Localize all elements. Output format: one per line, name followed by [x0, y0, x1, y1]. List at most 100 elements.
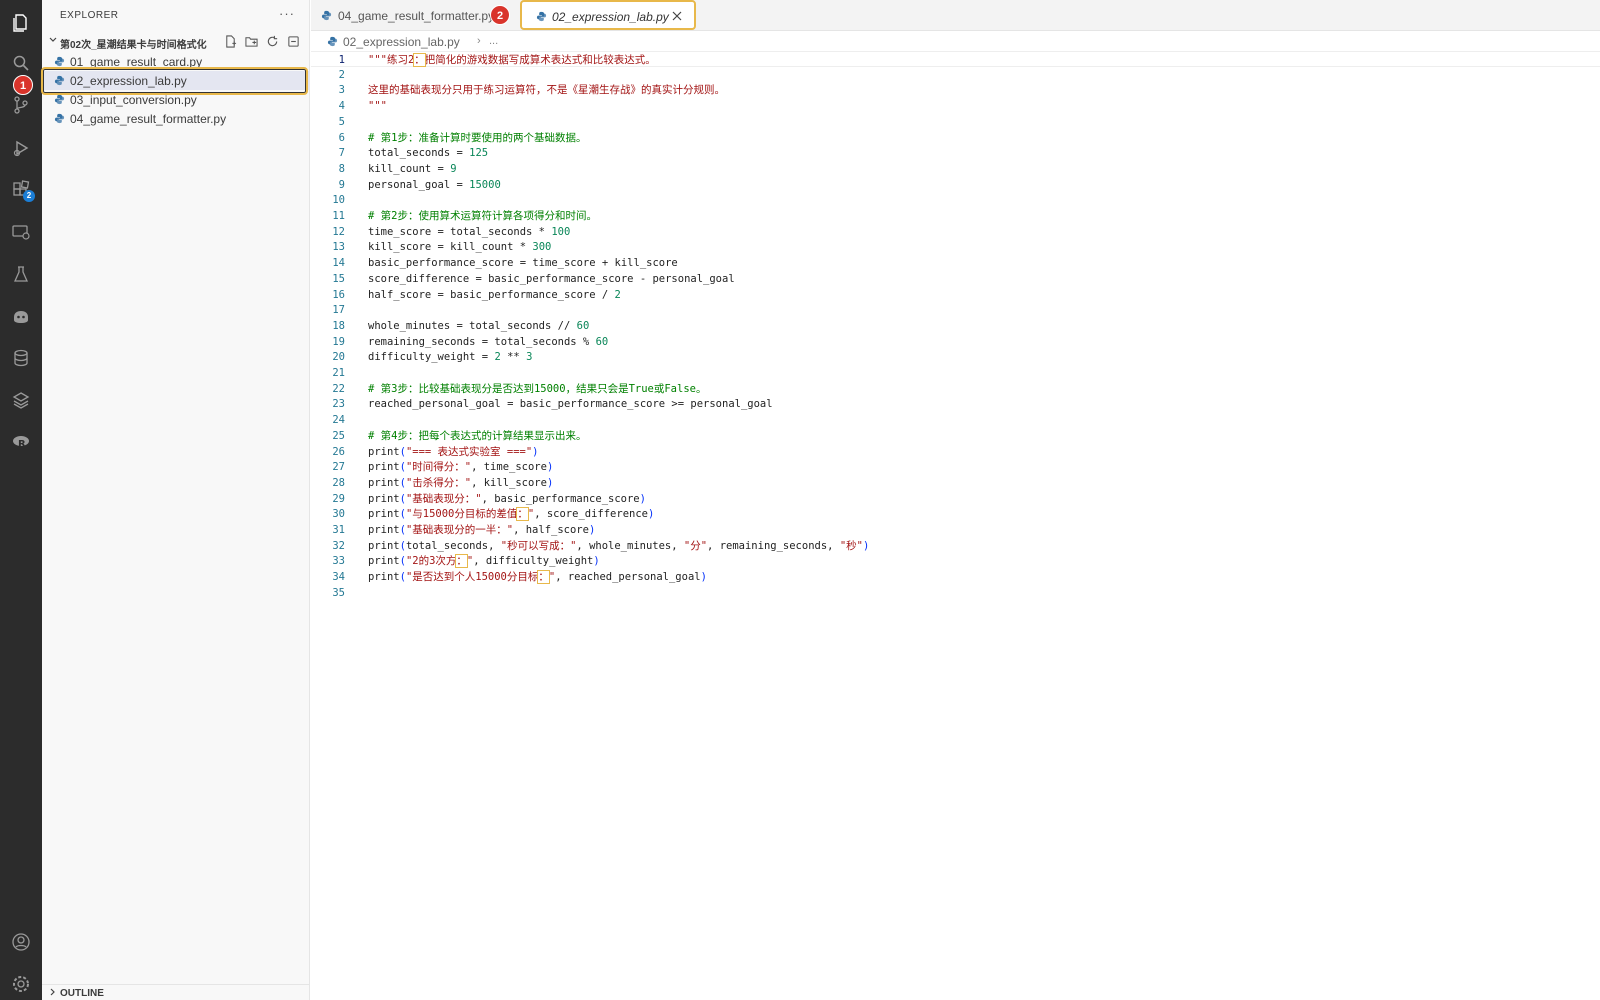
run-debug-icon[interactable] [9, 136, 33, 160]
code-line[interactable]: 25 # 第4步：把每个表达式的计算结果显示出来。 [311, 428, 1600, 444]
code-token: 100 [551, 225, 571, 238]
code-token: print [368, 555, 400, 568]
account-icon[interactable] [9, 930, 33, 954]
source-control-icon[interactable] [9, 93, 33, 117]
code-line[interactable]: 11 # 第2步：使用算术运算符计算各项得分和时间。 [311, 208, 1600, 224]
tab-expression-lab[interactable]: 02_expression_lab.py [520, 0, 696, 30]
code-editor[interactable]: 1 """练习2：把简化的游戏数据写成算术表达式和比较表达式。 2 3 这里的基础表现分… [311, 51, 1600, 1000]
code-text: total_seconds = 125 [368, 145, 488, 161]
layers-icon[interactable] [9, 388, 33, 412]
code-line[interactable]: 14 basic_performance_score = time_score +… [311, 255, 1600, 271]
code-line[interactable]: 2 [311, 67, 1600, 83]
line-number: 21 [332, 367, 345, 379]
file-item[interactable]: 04_game_result_formatter.py [42, 109, 310, 128]
files-icon[interactable] [9, 10, 33, 34]
code-line[interactable]: 4 """ [311, 98, 1600, 114]
code-line[interactable]: 29 print("基础表现分：", basic_performance_scor… [311, 491, 1600, 507]
code-line[interactable]: 19 remaining_seconds = total_seconds % 60 [311, 334, 1600, 350]
code-token: ) [862, 539, 870, 552]
file-item-active[interactable]: 02_expression_lab.py [42, 71, 310, 90]
line-number: 16 [332, 288, 345, 301]
code-token: print [368, 461, 400, 474]
code-token: ： [537, 570, 550, 585]
refresh-icon[interactable] [265, 34, 279, 48]
code-token: , difficulty_weight [473, 555, 594, 568]
code-line[interactable]: 30 print("与15000分目标的差值：", score_differenc… [311, 506, 1600, 522]
code-line[interactable]: 12 time_score = total_seconds * 100 [311, 224, 1600, 240]
file-name: 02_expression_lab.py [70, 74, 187, 88]
code-line[interactable]: 10 [311, 192, 1600, 208]
code-token: """练习2 [368, 54, 415, 66]
file-item[interactable]: 01_game_result_card.py [42, 52, 310, 71]
code-token: 300 [532, 241, 552, 254]
copilot-icon[interactable] [9, 304, 33, 328]
breadcrumb: 02_expression_lab.py › ... [311, 31, 1600, 51]
code-line[interactable]: 33 print("2的3次方：", difficulty_weight) [311, 553, 1600, 569]
code-token: """ [368, 100, 387, 113]
code-token: "时间得分：" [405, 461, 472, 474]
activity-bar: 2 R [0, 0, 42, 1000]
testing-icon[interactable] [9, 262, 33, 286]
code-line[interactable]: 23 reached_personal_goal = basic_performa… [311, 396, 1600, 412]
code-token: "2的3次方 [405, 555, 457, 568]
line-number: 11 [332, 210, 345, 222]
code-token: 60 [595, 335, 609, 348]
code-line[interactable]: 21 [311, 365, 1600, 381]
search-icon[interactable] [9, 51, 33, 75]
extensions-badge: 2 [23, 190, 35, 202]
code-line[interactable]: 7 total_seconds = 125 [311, 145, 1600, 161]
line-number: 14 [332, 257, 345, 270]
breadcrumb-file[interactable]: 02_expression_lab.py [343, 35, 460, 49]
code-token: # 第4步：把每个表达式的计算结果显示出来。 [368, 429, 587, 442]
code-line[interactable]: 34 print("是否达到个人15000分目标：", reached_perso… [311, 569, 1600, 585]
code-text: whole_minutes = total_seconds // 60 [368, 318, 589, 334]
collapse-all-icon[interactable] [286, 34, 300, 48]
line-number: 20 [332, 351, 345, 364]
code-line[interactable]: 24 [311, 412, 1600, 428]
code-token: "基础表现分的一半：" [405, 524, 514, 536]
outline-section[interactable]: OUTLINE [42, 984, 310, 1000]
code-line[interactable]: 5 [311, 114, 1600, 130]
code-line[interactable]: 32 print(total_seconds, "秒可以写成：", whole_m… [311, 538, 1600, 554]
code-line[interactable]: 20 difficulty_weight = 2 ** 3 [311, 349, 1600, 365]
r-language-icon[interactable]: R [9, 430, 33, 454]
step-marker-2: 2 [490, 5, 510, 25]
code-line[interactable]: 8 kill_count = 9 [311, 161, 1600, 177]
code-token: remaining_seconds = total_seconds % [368, 335, 596, 348]
remote-explorer-icon[interactable] [9, 220, 33, 244]
new-folder-icon[interactable] [244, 34, 258, 48]
code-token: 9 [450, 162, 457, 175]
code-line[interactable]: 6 # 第1步：准备计算时要使用的两个基础数据。 [311, 130, 1600, 146]
code-line[interactable]: 27 print("时间得分：", time_score) [311, 459, 1600, 475]
line-number: 34 [332, 571, 345, 584]
code-line[interactable]: 18 whole_minutes = total_seconds // 60 [311, 318, 1600, 334]
close-icon[interactable] [670, 9, 684, 23]
code-line[interactable]: 31 print("基础表现分的一半：", half_score) [311, 522, 1600, 538]
code-line[interactable]: 15 score_difference = basic_performance_s… [311, 271, 1600, 287]
code-line[interactable]: 28 print("击杀得分：", kill_score) [311, 475, 1600, 491]
tab-game-result-formatter[interactable]: 04_game_result_formatter.py [311, 0, 507, 31]
code-line[interactable]: 22 # 第3步：比较基础表现分是否达到15000，结果只会是True或False… [311, 381, 1600, 397]
code-line[interactable]: 35 [311, 585, 1600, 601]
code-line[interactable]: 9 personal_goal = 15000 [311, 177, 1600, 193]
code-line[interactable]: 13 kill_score = kill_count * 300 [311, 239, 1600, 255]
code-token: , score_difference [534, 508, 648, 521]
new-file-icon[interactable] [223, 34, 237, 48]
workspace-folder[interactable]: 第02次_星潮结果卡与时间格式化 [42, 32, 310, 52]
explorer-more-button[interactable]: ··· [279, 6, 295, 21]
code-token: 15000 [469, 178, 501, 191]
file-item[interactable]: 03_input_conversion.py [42, 90, 310, 109]
line-number: 2 [338, 68, 345, 81]
code-line[interactable]: 26 print("=== 表达式实验室 ===") [311, 444, 1600, 460]
file-name: 01_game_result_card.py [70, 55, 203, 69]
python-file-icon [54, 56, 65, 67]
code-line[interactable]: 1 """练习2：把简化的游戏数据写成算术表达式和比较表达式。 [311, 51, 1600, 67]
code-token: ) [546, 461, 554, 474]
code-line[interactable]: 3 这里的基础表现分只用于练习运算符，不是《星潮生存战》的真实计分规则。 [311, 82, 1600, 98]
database-icon[interactable] [9, 346, 33, 370]
settings-gear-icon[interactable] [9, 972, 33, 996]
code-line[interactable]: 16 half_score = basic_performance_score /… [311, 287, 1600, 303]
code-token: 把简化的游戏数据写成算术表达式和比较表达式。 [424, 54, 656, 66]
code-line[interactable]: 17 [311, 302, 1600, 318]
breadcrumb-symbols[interactable]: ... [489, 35, 498, 47]
